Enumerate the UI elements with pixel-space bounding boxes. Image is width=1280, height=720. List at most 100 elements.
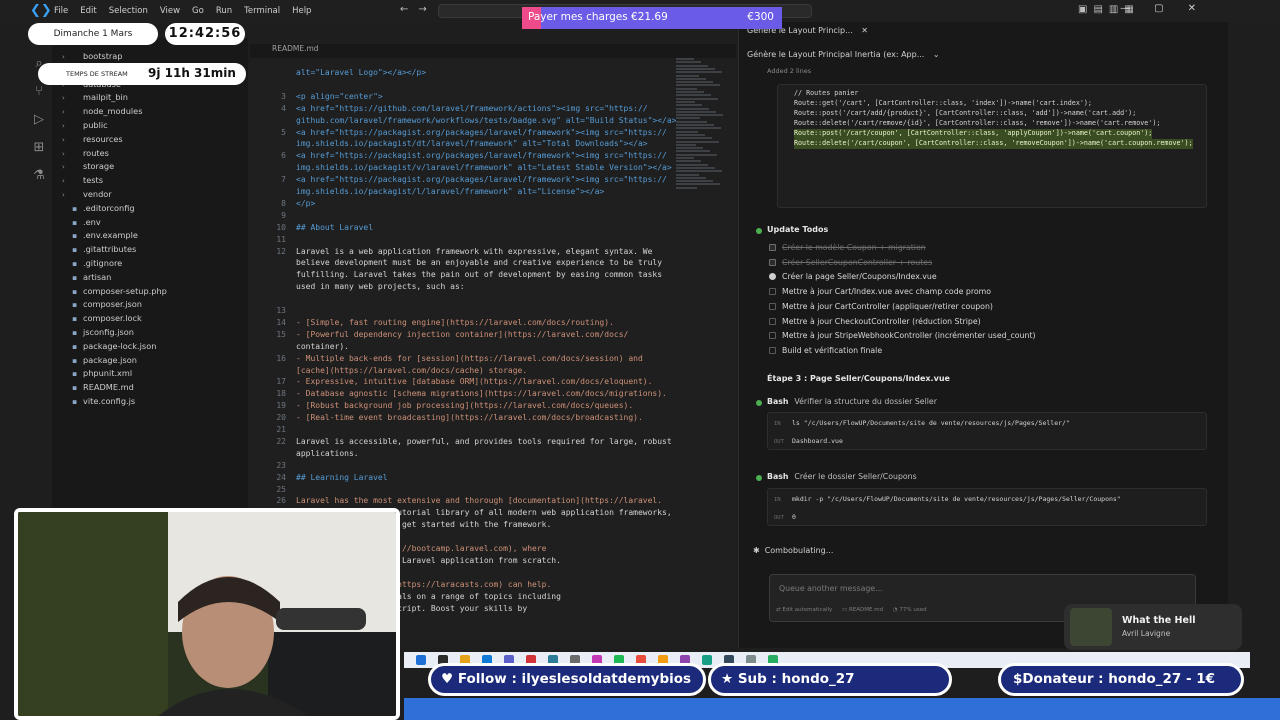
code-line[interactable]: 7 <a href="https://packagist.org/packages… [250, 175, 670, 187]
menu-run[interactable]: Run [210, 6, 238, 16]
code-line[interactable]: container). [250, 342, 670, 354]
code-line[interactable]: img.shields.io/packagist/v/laravel/frame… [250, 163, 672, 175]
code-line[interactable]: used in many web projects, such as: [250, 282, 670, 294]
term-in-row: IN mkdir -p "/c/Users/FlowUP/Documents/si… [774, 495, 1121, 503]
code-line[interactable]: 11 [250, 235, 670, 247]
explorer-file[interactable]: ▪ artisan [62, 272, 111, 285]
explorer-item-label: bootstrap [83, 51, 123, 61]
code-line[interactable]: [cache](https://laravel.com/docs/cache) … [250, 366, 670, 378]
code-line[interactable]: 4 <a href="https://github.com/laravel/fra… [250, 104, 670, 116]
explorer-folder[interactable]: › resources [62, 134, 123, 147]
window-controls[interactable]: —▢✕ [1120, 3, 1220, 14]
explorer-item-label: .gitattributes [83, 244, 137, 255]
explorer-file[interactable]: ▪ .gitattributes [62, 244, 136, 257]
explorer-file[interactable]: ▪ phpunit.xml [62, 368, 132, 381]
tab-readme[interactable]: README.md [272, 44, 319, 53]
run-debug-icon[interactable]: ▷ [26, 106, 52, 134]
minimap[interactable] [676, 58, 728, 198]
explorer-file[interactable]: ▪ composer.json [62, 299, 142, 312]
code-line[interactable]: 18 - Database agnostic [schema migrations… [250, 389, 670, 401]
minimap-line [676, 110, 716, 113]
code-line[interactable]: alt="Laravel Logo"></a></p> [250, 68, 670, 80]
minimap-line [676, 67, 715, 70]
code-line[interactable]: 3 <p align="center"> [250, 92, 670, 104]
explorer-folder[interactable]: › storage [62, 161, 114, 174]
explorer-file[interactable]: ▪ .env [62, 217, 101, 230]
explorer-folder[interactable]: › mailpit_bin [62, 92, 128, 105]
code-line[interactable]: 16 - Multiple back-ends for [session](htt… [250, 354, 670, 366]
explorer-folder[interactable]: › tests [62, 175, 103, 188]
code-line[interactable]: img.shields.io/packagist/dt/laravel/fram… [250, 139, 670, 151]
code-line[interactable]: 12 Laravel is a web application framework… [250, 247, 670, 259]
explorer-file[interactable]: ▪ .gitignore [62, 258, 122, 271]
menu-help[interactable]: Help [286, 6, 317, 16]
code-line[interactable]: 25 [250, 485, 670, 497]
minimap-line [676, 170, 722, 173]
code-line[interactable]: 17 - Expressive, intuitive [database ORM]… [250, 377, 670, 389]
code-line[interactable]: 15 - [Powerful dependency injection conta… [250, 330, 670, 342]
code-line[interactable]: github.com/laravel/framework/workflows/t… [250, 116, 677, 128]
nav-arrows-icon[interactable]: ←→ [400, 4, 437, 15]
explorer-file[interactable]: ▪ vite.config.js [62, 396, 135, 409]
menu-go[interactable]: Go [186, 6, 210, 16]
context-file[interactable]: README.md [849, 607, 883, 613]
explorer-item-label: public [83, 120, 108, 130]
explorer-file[interactable]: ▪ package-lock.json [62, 341, 156, 354]
code-line[interactable]: img.shields.io/packagist/l/laravel/frame… [250, 187, 670, 199]
code-line[interactable]: 19 - [Robust background job processing](h… [250, 401, 670, 413]
code-line[interactable]: applications. [250, 449, 670, 461]
code-line[interactable]: 14 - [Simple, fast routing engine](https:… [250, 318, 670, 330]
menu-selection[interactable]: Selection [103, 6, 154, 16]
code-line[interactable]: fulfilling. Laravel takes the pain out o… [250, 270, 670, 282]
explorer-file[interactable]: ▪ .env.example [62, 230, 138, 243]
code-line[interactable]: 9 [250, 211, 670, 223]
menu-edit[interactable]: Edit [74, 6, 102, 16]
explorer-folder[interactable]: › public [62, 120, 108, 133]
code-line[interactable]: 5 <a href="https://packagist.org/packages… [250, 128, 670, 140]
line-number: 16 [276, 353, 286, 363]
explorer-folder[interactable]: › node_modules [62, 106, 142, 119]
explorer-file[interactable]: ▪ .editorconfig [62, 203, 135, 216]
code-line[interactable]: 8 </p> [250, 199, 670, 211]
code-line[interactable]: 26 Laravel has the most extensive and tho… [250, 496, 670, 508]
chat-session-dropdown[interactable]: Génère le Layout Principal Inertia (ex: … [747, 50, 940, 59]
minimap-line [676, 160, 701, 163]
extensions-icon[interactable]: ⊞ [26, 134, 52, 162]
now-playing-widget: What the Hell Avril Lavigne [1064, 604, 1242, 650]
taskbar-app-icon[interactable] [416, 655, 426, 665]
flask-icon[interactable]: ⚗ [26, 162, 52, 190]
code-line[interactable]: 24 ## Learning Laravel [250, 473, 670, 485]
code-line[interactable]: 22 Laravel is accessible, powerful, and p… [250, 437, 671, 449]
explorer-item-label: .env [83, 216, 101, 227]
code-line[interactable]: 6 <a href="https://packagist.org/packages… [250, 151, 670, 163]
code-line[interactable] [250, 294, 670, 306]
chat-input-placeholder[interactable]: Queue another message... [779, 584, 883, 593]
code-line[interactable]: 21 [250, 425, 670, 437]
chevron-right-icon: › [62, 191, 65, 199]
close-icon[interactable]: ✕ [861, 26, 868, 35]
explorer-item-label: composer.json [83, 299, 142, 310]
explorer-file[interactable]: ▪ README.md [62, 382, 134, 395]
menu-file[interactable]: File [48, 6, 74, 16]
code-line[interactable]: 10 ## About Laravel [250, 223, 670, 235]
menu-view[interactable]: View [154, 6, 186, 16]
status-dot-icon [756, 228, 762, 234]
menu-terminal[interactable]: Terminal [238, 6, 286, 16]
explorer-file[interactable]: ▪ composer-setup.php [62, 286, 167, 299]
term-out-row: OUT Dashboard.vue [774, 437, 843, 445]
code-line[interactable]: 13 [250, 306, 670, 318]
line-number: 4 [281, 103, 286, 113]
explorer-folder[interactable]: › vendor [62, 189, 112, 202]
donateur-banner: $Donateur : hondo_27 - 1€ [998, 663, 1244, 696]
code-line[interactable]: 23 [250, 461, 670, 473]
code-line[interactable] [250, 80, 670, 92]
todo-label: Build et vérification finale [782, 345, 883, 355]
edit-mode[interactable]: Edit automatically [782, 607, 832, 613]
code-line[interactable]: 20 - [Real-time event broadcasting](https… [250, 413, 670, 425]
taskbar-app-icon[interactable] [702, 655, 712, 665]
explorer-file[interactable]: ▪ package.json [62, 355, 137, 368]
explorer-file[interactable]: ▪ jsconfig.json [62, 327, 134, 340]
explorer-folder[interactable]: › routes [62, 148, 109, 161]
code-line[interactable]: believe development must be an enjoyable… [250, 258, 670, 270]
explorer-file[interactable]: ▪ composer.lock [62, 313, 142, 326]
